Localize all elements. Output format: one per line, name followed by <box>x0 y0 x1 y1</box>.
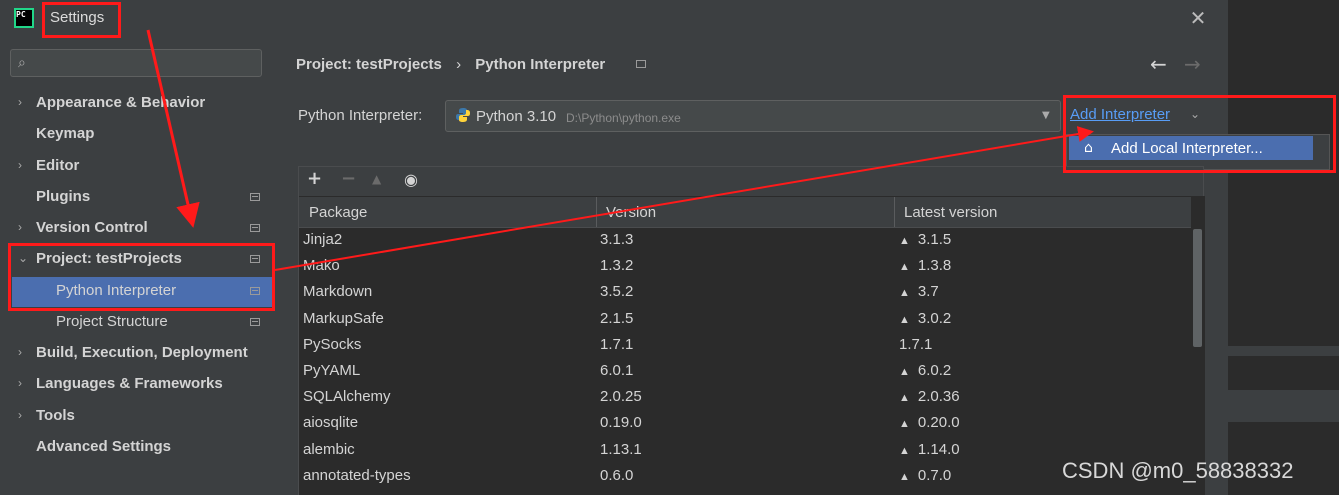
annotation-arrows <box>146 29 1094 271</box>
watermark: CSDN @m0_58838332 <box>1062 458 1294 483</box>
